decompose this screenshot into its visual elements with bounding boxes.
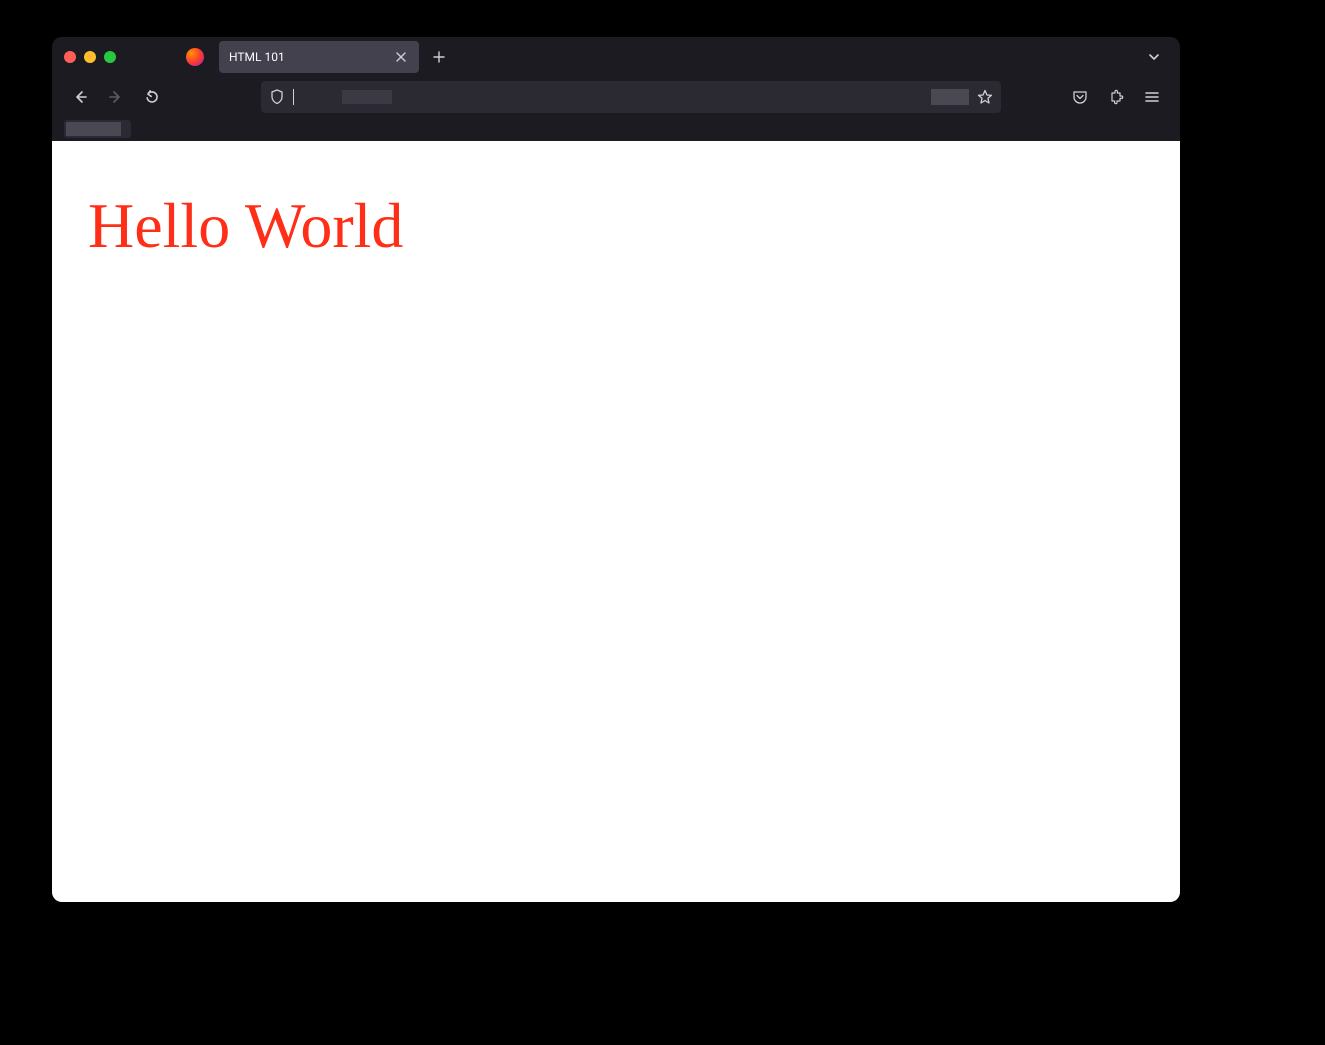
chevron-down-icon (1147, 50, 1161, 64)
new-tab-button[interactable] (425, 43, 453, 71)
navigation-toolbar (52, 77, 1180, 117)
url-redacted (342, 90, 392, 104)
url-input-cursor (293, 89, 294, 105)
window-maximize-button[interactable] (104, 51, 116, 63)
firefox-logo-icon (186, 48, 204, 66)
forward-button[interactable] (100, 81, 132, 113)
window-close-button[interactable] (64, 51, 76, 63)
bookmark-redacted (66, 122, 121, 136)
plus-icon (433, 51, 445, 63)
tab-title: HTML 101 (229, 50, 393, 64)
page-heading: Hello World (88, 189, 1144, 263)
tab-list-button[interactable] (1140, 43, 1168, 71)
bookmarks-toolbar (52, 117, 1180, 141)
shield-icon[interactable] (269, 89, 285, 105)
browser-window: HTML 101 (52, 37, 1180, 902)
extensions-button[interactable] (1100, 81, 1132, 113)
hamburger-icon (1144, 89, 1160, 105)
window-controls (64, 51, 116, 63)
puzzle-icon (1108, 89, 1124, 105)
close-icon (396, 52, 406, 62)
arrow-left-icon (72, 89, 88, 105)
app-menu-button[interactable] (1136, 81, 1168, 113)
reload-icon (144, 89, 160, 105)
back-button[interactable] (64, 81, 96, 113)
tab-close-button[interactable] (393, 49, 409, 65)
bookmark-item[interactable] (64, 120, 131, 138)
window-minimize-button[interactable] (84, 51, 96, 63)
reload-button[interactable] (136, 81, 168, 113)
star-icon (977, 89, 993, 105)
url-redacted-right (931, 89, 969, 105)
pocket-button[interactable] (1064, 81, 1096, 113)
bookmark-star-button[interactable] (977, 89, 993, 105)
browser-tab[interactable]: HTML 101 (219, 41, 419, 73)
titlebar: HTML 101 (52, 37, 1180, 77)
pocket-icon (1072, 89, 1088, 105)
page-content: Hello World (52, 141, 1180, 902)
arrow-right-icon (108, 89, 124, 105)
url-bar[interactable] (261, 81, 1001, 113)
